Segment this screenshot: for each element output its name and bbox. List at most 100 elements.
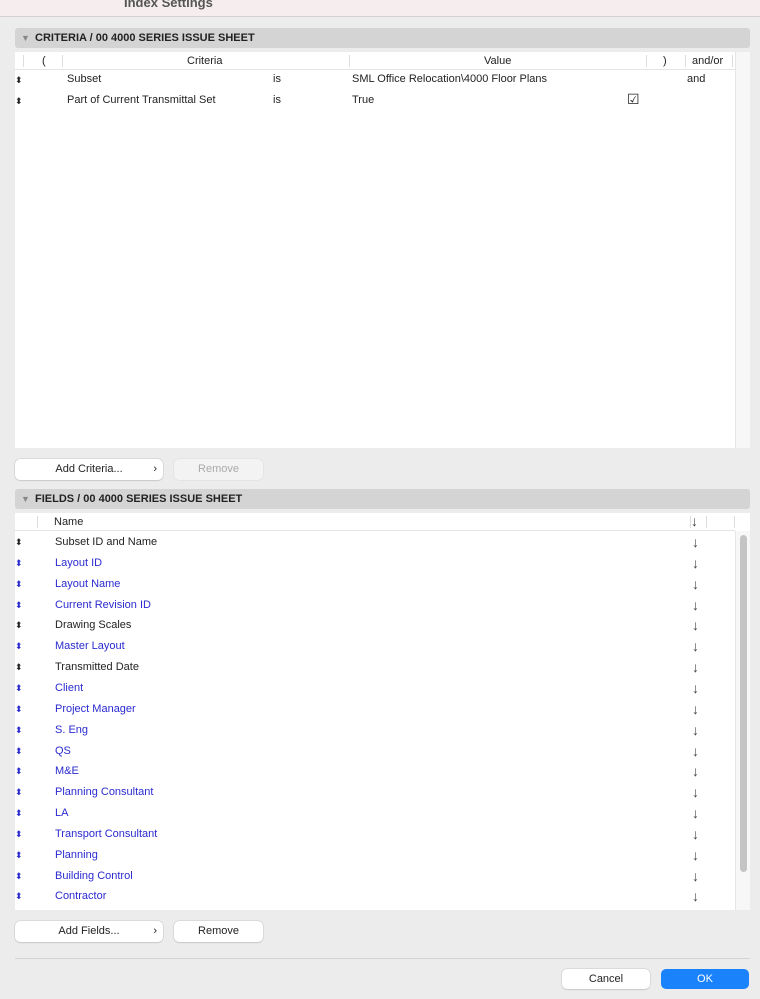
field-name[interactable]: Contractor bbox=[55, 890, 106, 902]
down-arrow-icon[interactable]: ↓ bbox=[692, 743, 699, 759]
field-row[interactable]: ⬍ Planning Consultant ↓ bbox=[15, 784, 735, 805]
col-name[interactable]: Name bbox=[54, 513, 83, 531]
remove-field-button[interactable]: Remove bbox=[174, 921, 263, 942]
field-row[interactable]: ⬍ LA ↓ bbox=[15, 805, 735, 826]
col-close-paren[interactable]: ) bbox=[663, 52, 667, 70]
fields-scrollbar[interactable] bbox=[735, 531, 750, 910]
criteria-operator[interactable]: is bbox=[273, 94, 281, 106]
col-open-paren[interactable]: ( bbox=[42, 52, 46, 70]
field-row[interactable]: ⬍ Current Revision ID ↓ bbox=[15, 597, 735, 618]
down-arrow-icon[interactable]: ↓ bbox=[692, 701, 699, 717]
reorder-icon[interactable]: ⬍ bbox=[15, 662, 23, 673]
field-row[interactable]: ⬍ Planning ↓ bbox=[15, 847, 735, 868]
field-row[interactable]: ⬍ Subset ID and Name ↓ bbox=[15, 534, 735, 555]
reorder-icon[interactable]: ⬍ bbox=[15, 808, 23, 819]
reorder-icon[interactable]: ⬍ bbox=[15, 746, 23, 757]
field-row[interactable]: ⬍ Layout ID ↓ bbox=[15, 555, 735, 576]
down-arrow-icon[interactable]: ↓ bbox=[692, 576, 699, 592]
reorder-icon[interactable]: ⬍ bbox=[15, 871, 23, 882]
reorder-icon[interactable]: ⬍ bbox=[15, 725, 23, 736]
field-row[interactable]: ⬍ Layout Name ↓ bbox=[15, 576, 735, 597]
reorder-icon[interactable]: ⬍ bbox=[15, 558, 23, 569]
field-name[interactable]: M&E bbox=[55, 765, 79, 777]
field-name[interactable]: Client bbox=[55, 682, 83, 694]
down-arrow-icon[interactable]: ↓ bbox=[692, 555, 699, 571]
field-row[interactable]: ⬍ Building Control ↓ bbox=[15, 868, 735, 889]
down-arrow-icon[interactable]: ↓ bbox=[692, 617, 699, 633]
col-criteria[interactable]: Criteria bbox=[187, 52, 222, 70]
disclosure-triangle-icon[interactable]: ▼ bbox=[21, 489, 30, 509]
reorder-icon[interactable]: ⬍ bbox=[15, 704, 23, 715]
down-arrow-icon[interactable]: ↓ bbox=[692, 597, 699, 613]
down-arrow-icon[interactable]: ↓ bbox=[692, 534, 699, 550]
fields-section-header[interactable]: ▼ FIELDS / 00 4000 SERIES ISSUE SHEET bbox=[15, 489, 750, 509]
field-row[interactable]: ⬍ Contractor ↓ bbox=[15, 888, 735, 909]
field-row[interactable]: ⬍ M&E ↓ bbox=[15, 763, 735, 784]
field-name[interactable]: Subset ID and Name bbox=[55, 536, 157, 548]
down-arrow-icon[interactable]: ↓ bbox=[692, 722, 699, 738]
remove-criteria-button[interactable]: Remove bbox=[174, 459, 263, 480]
cancel-button[interactable]: Cancel bbox=[562, 969, 650, 989]
field-name[interactable]: Master Layout bbox=[55, 640, 125, 652]
col-value[interactable]: Value bbox=[484, 52, 511, 70]
col-andor[interactable]: and/or bbox=[692, 52, 723, 70]
checkbox-checked-icon[interactable]: ☑ bbox=[627, 91, 640, 108]
field-name[interactable]: Layout Name bbox=[55, 578, 120, 590]
field-name[interactable]: QS bbox=[55, 745, 71, 757]
criteria-andor[interactable]: and bbox=[687, 73, 705, 85]
add-fields-button[interactable]: Add Fields... › bbox=[15, 921, 163, 942]
field-name[interactable]: Layout ID bbox=[55, 557, 102, 569]
reorder-icon[interactable]: ⬍ bbox=[15, 600, 23, 611]
field-row[interactable]: ⬍ Client ↓ bbox=[15, 680, 735, 701]
field-row[interactable]: ⬍ Master Layout ↓ bbox=[15, 638, 735, 659]
down-arrow-icon[interactable]: ↓ bbox=[692, 784, 699, 800]
reorder-icon[interactable]: ⬍ bbox=[15, 891, 23, 902]
criteria-name[interactable]: Part of Current Transmittal Set bbox=[67, 94, 216, 106]
criteria-name[interactable]: Subset bbox=[67, 73, 101, 85]
reorder-icon[interactable]: ⬍ bbox=[15, 787, 23, 798]
reorder-icon[interactable]: ⬍ bbox=[15, 620, 23, 631]
field-row[interactable]: ⬍ QS ↓ bbox=[15, 743, 735, 764]
field-row[interactable]: ⬍ Transmitted Date ↓ bbox=[15, 659, 735, 680]
field-row[interactable]: ⬍ Drawing Scales ↓ bbox=[15, 617, 735, 638]
down-arrow-icon[interactable]: ↓ bbox=[692, 888, 699, 904]
reorder-icon[interactable]: ⬍ bbox=[15, 850, 23, 861]
disclosure-triangle-icon[interactable]: ▼ bbox=[21, 28, 30, 48]
criteria-section-header[interactable]: ▼ CRITERIA / 00 4000 SERIES ISSUE SHEET bbox=[15, 28, 750, 48]
down-arrow-icon[interactable]: ↓ bbox=[692, 868, 699, 884]
down-arrow-icon[interactable]: ↓ bbox=[692, 763, 699, 779]
criteria-scrollbar[interactable] bbox=[735, 52, 750, 448]
reorder-icon[interactable]: ⬍ bbox=[15, 537, 23, 548]
field-name[interactable]: S. Eng bbox=[55, 724, 88, 736]
reorder-icon[interactable]: ⬍ bbox=[15, 683, 23, 694]
reorder-icon[interactable]: ⬍ bbox=[15, 829, 23, 840]
reorder-icon[interactable]: ⬍ bbox=[15, 641, 23, 652]
criteria-value[interactable]: True bbox=[352, 94, 374, 106]
add-criteria-button[interactable]: Add Criteria... › bbox=[15, 459, 163, 480]
scrollbar-thumb[interactable] bbox=[740, 535, 747, 872]
down-arrow-icon[interactable]: ↓ bbox=[692, 638, 699, 654]
criteria-value[interactable]: SML Office Relocation\4000 Floor Plans bbox=[352, 73, 547, 85]
reorder-icon[interactable]: ⬍ bbox=[15, 579, 23, 590]
field-name[interactable]: Current Revision ID bbox=[55, 599, 151, 611]
criteria-operator[interactable]: is bbox=[273, 73, 281, 85]
field-row[interactable]: ⬍ Transport Consultant ↓ bbox=[15, 826, 735, 847]
field-row[interactable]: ⬍ S. Eng ↓ bbox=[15, 722, 735, 743]
field-name[interactable]: Drawing Scales bbox=[55, 619, 131, 631]
down-arrow-icon[interactable]: ↓ bbox=[692, 680, 699, 696]
down-arrow-icon[interactable]: ↓ bbox=[691, 512, 698, 530]
criteria-row[interactable]: ⬍ Part of Current Transmittal Set is Tru… bbox=[15, 91, 735, 115]
down-arrow-icon[interactable]: ↓ bbox=[692, 847, 699, 863]
field-name[interactable]: Transmitted Date bbox=[55, 661, 139, 673]
field-name[interactable]: Planning bbox=[55, 849, 98, 861]
field-name[interactable]: LA bbox=[55, 807, 68, 819]
field-name[interactable]: Project Manager bbox=[55, 703, 136, 715]
reorder-icon[interactable]: ⬍ bbox=[15, 96, 23, 107]
field-row[interactable]: ⬍ Project Manager ↓ bbox=[15, 701, 735, 722]
field-name[interactable]: Planning Consultant bbox=[55, 786, 153, 798]
down-arrow-icon[interactable]: ↓ bbox=[692, 826, 699, 842]
field-name[interactable]: Transport Consultant bbox=[55, 828, 157, 840]
down-arrow-icon[interactable]: ↓ bbox=[692, 805, 699, 821]
ok-button[interactable]: OK bbox=[661, 969, 749, 989]
down-arrow-icon[interactable]: ↓ bbox=[692, 659, 699, 675]
